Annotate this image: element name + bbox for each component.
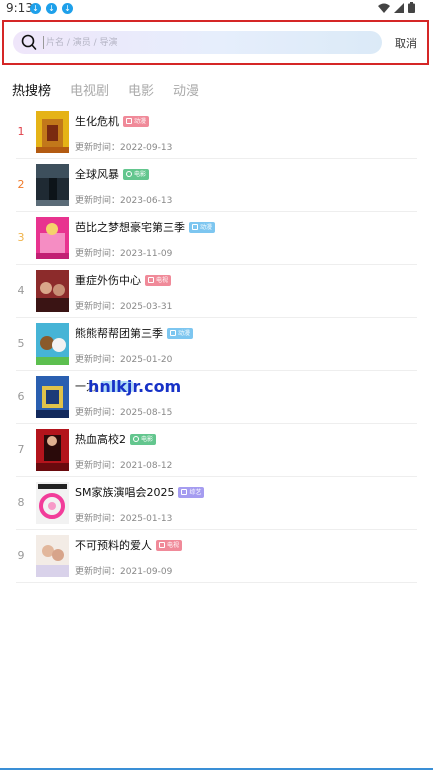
item-title: 生化危机 <box>75 115 119 128</box>
category-badge: 综艺 <box>178 486 205 498</box>
movie-icon <box>126 171 132 177</box>
list-item[interactable]: 3 芭比之梦想豪宅第三季 动漫 更新时间：2023-11-09 <box>0 212 433 265</box>
download-icon: ↓ <box>62 3 73 14</box>
category-badge: 电视 <box>145 274 172 286</box>
category-badge: 电视 <box>156 539 183 551</box>
text-caret <box>43 36 44 49</box>
category-tabs: 热搜榜 电视剧 电影 动漫 <box>12 80 218 99</box>
poster-thumbnail[interactable] <box>36 270 69 312</box>
rank-number: 7 <box>17 443 25 456</box>
update-time: 更新时间：2025-01-20 <box>75 355 173 365</box>
category-badge: 电影 <box>130 433 157 445</box>
item-title: 全球风暴 <box>75 168 119 181</box>
category-badge: 动漫 <box>167 327 194 339</box>
search-icon <box>21 34 37 50</box>
category-badge: 动漫 <box>123 115 150 127</box>
rank-number: 3 <box>17 231 25 244</box>
item-title: SM家族演唱会2025 <box>75 486 175 499</box>
item-title: 热血高校2 <box>75 433 126 446</box>
item-title: 熊熊帮帮团第三季 <box>75 327 163 340</box>
update-time: 更新时间：2021-08-12 <box>75 461 173 471</box>
update-time: 更新时间：2023-11-09 <box>75 249 173 259</box>
hot-search-list: 1 生化危机 动漫 更新时间：2022-09-13 2 全球风暴 电影 更新时间… <box>0 106 433 583</box>
update-time: 更新时间：2025-01-13 <box>75 514 173 524</box>
tv-icon <box>159 542 165 548</box>
wifi-icon <box>378 3 390 13</box>
anime-icon <box>170 330 176 336</box>
list-item[interactable]: 8 SM家族演唱会2025 综艺 更新时间：2025-01-13 <box>0 477 433 530</box>
poster-thumbnail[interactable] <box>36 217 69 259</box>
rank-number: 1 <box>17 125 25 138</box>
signal-icon <box>394 2 404 13</box>
poster-thumbnail[interactable] <box>36 482 69 524</box>
list-item[interactable]: 5 熊熊帮帮团第三季 动漫 更新时间：2025-01-20 <box>0 318 433 371</box>
list-item[interactable]: 9 不可预料的爱人 电视 更新时间：2021-09-09 <box>0 530 433 583</box>
update-time: 更新时间：2025-08-15 <box>75 408 173 418</box>
tab-movies[interactable]: 电影 <box>128 80 154 99</box>
tab-hot-search[interactable]: 热搜榜 <box>12 80 51 99</box>
update-time: 更新时间：2022-09-13 <box>75 143 173 153</box>
status-icons <box>378 2 415 13</box>
update-time: 更新时间：2021-09-09 <box>75 567 173 577</box>
category-badge: 电影 <box>123 168 150 180</box>
battery-icon <box>408 2 415 13</box>
item-title: 芭比之梦想豪宅第三季 <box>75 221 185 234</box>
tv-icon <box>148 277 154 283</box>
download-icon: ↓ <box>46 3 57 14</box>
item-title: 不可预料的爱人 <box>75 539 152 552</box>
divider <box>16 582 417 583</box>
search-box[interactable] <box>13 31 382 54</box>
search-bar: 取消 <box>2 20 429 65</box>
tab-anime[interactable]: 动漫 <box>173 80 199 99</box>
poster-thumbnail[interactable] <box>36 429 69 471</box>
status-time: 9:13 <box>6 1 33 15</box>
item-title: 重症外伤中心 <box>75 274 141 287</box>
movie-icon <box>133 436 139 442</box>
status-bar: 9:13 ↓ ↓ ↓ <box>0 0 433 18</box>
download-icon: ↓ <box>30 3 41 14</box>
cancel-button[interactable]: 取消 <box>395 35 417 51</box>
list-item[interactable]: 1 生化危机 动漫 更新时间：2022-09-13 <box>0 106 433 159</box>
poster-thumbnail[interactable] <box>36 323 69 365</box>
rank-number: 2 <box>17 178 25 191</box>
rank-number: 5 <box>17 337 25 350</box>
anime-icon <box>192 224 198 230</box>
category-badge: 动漫 <box>189 221 216 233</box>
rank-number: 6 <box>17 390 25 403</box>
item-title: 一力 <box>75 380 97 393</box>
tab-tv-series[interactable]: 电视剧 <box>70 80 109 99</box>
tv-icon <box>126 118 132 124</box>
poster-thumbnail[interactable] <box>36 376 69 418</box>
rank-number: 9 <box>17 549 25 562</box>
search-input[interactable] <box>46 34 366 51</box>
update-time: 更新时间：2023-06-13 <box>75 196 173 206</box>
rank-number: 8 <box>17 496 25 509</box>
update-time: 更新时间：2025-03-31 <box>75 302 173 312</box>
list-item[interactable]: 6 一力 更新时间：2025-08-15 <box>0 371 433 424</box>
poster-thumbnail[interactable] <box>36 535 69 577</box>
poster-thumbnail[interactable] <box>36 111 69 153</box>
list-item[interactable]: 2 全球风暴 电影 更新时间：2023-06-13 <box>0 159 433 212</box>
poster-thumbnail[interactable] <box>36 164 69 206</box>
list-item[interactable]: 7 热血高校2 电影 更新时间：2021-08-12 <box>0 424 433 477</box>
list-item[interactable]: 4 重症外伤中心 电视 更新时间：2025-03-31 <box>0 265 433 318</box>
variety-icon <box>181 489 188 495</box>
rank-number: 4 <box>17 284 25 297</box>
category-badge <box>101 380 133 392</box>
